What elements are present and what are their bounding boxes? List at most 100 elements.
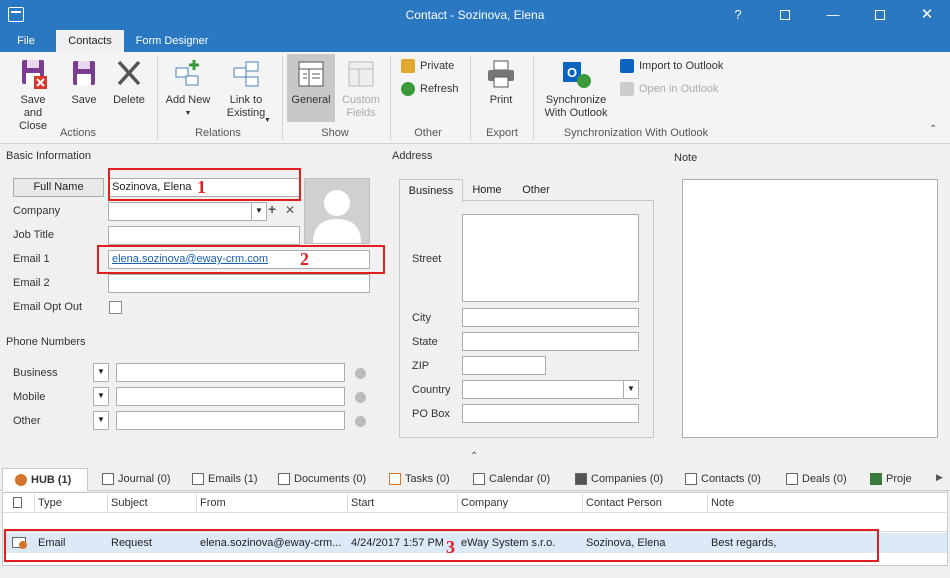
outlook-sync-icon: O <box>560 58 592 90</box>
job-title-field[interactable] <box>108 226 300 245</box>
column-header-start[interactable]: Start <box>348 494 458 512</box>
company-dropdown-icon[interactable]: ▼ <box>251 202 267 221</box>
custom-fields-button[interactable]: Custom Fields <box>337 58 385 120</box>
open-in-outlook-button[interactable]: Open in Outlook <box>620 81 719 97</box>
annotation-2: 2 <box>300 249 309 269</box>
note-field[interactable] <box>682 179 938 438</box>
email2-field[interactable] <box>108 274 370 293</box>
company-clear-icon[interactable]: ✕ <box>285 203 295 217</box>
address-tab-other[interactable]: Other <box>514 179 558 201</box>
phone-mobile-call-icon[interactable] <box>355 392 366 403</box>
contact-card-icon <box>685 473 697 486</box>
address-tab-home[interactable]: Home <box>466 179 508 201</box>
private-button[interactable]: Private <box>401 58 454 74</box>
task-icon <box>389 473 401 486</box>
refresh-button[interactable]: Refresh <box>401 81 459 97</box>
group-actions: Actions <box>59 127 97 139</box>
full-name-button[interactable]: Full Name <box>13 178 104 197</box>
phone-business-field[interactable] <box>116 363 345 382</box>
maximize-icon[interactable] <box>869 4 891 26</box>
close-icon[interactable]: ✕ <box>916 4 938 26</box>
help-icon[interactable]: ? <box>727 4 749 26</box>
ribbon: Save and Close Save Delete Add New ▼ Lin… <box>0 52 950 144</box>
column-header-company[interactable]: Company <box>458 494 583 512</box>
group-sync: Synchronization With Outlook <box>563 127 709 139</box>
column-header-from[interactable]: From <box>197 494 348 512</box>
group-relations: Relations <box>195 127 241 139</box>
column-header-note[interactable]: Note <box>708 494 946 512</box>
contact-photo[interactable] <box>304 178 370 244</box>
city-field[interactable] <box>462 308 639 327</box>
tab-tasks[interactable]: Tasks (0) <box>389 468 450 490</box>
collapse-top-section-icon[interactable]: ⌃ <box>470 451 478 462</box>
state-field[interactable] <box>462 332 639 351</box>
general-icon <box>295 58 327 90</box>
group-show: Show <box>321 127 349 139</box>
phone-business-call-icon[interactable] <box>355 368 366 379</box>
synchronize-with-outlook-button[interactable]: O Synchronize With Outlook <box>540 58 612 120</box>
save-and-close-button[interactable]: Save and Close <box>4 58 62 133</box>
printer-icon <box>485 58 517 90</box>
tab-emails[interactable]: Emails (1) <box>192 468 258 490</box>
collapse-ribbon-icon[interactable]: ⌃ <box>929 124 937 135</box>
email-opt-out-label: Email Opt Out <box>13 301 83 313</box>
import-to-outlook-button[interactable]: Import to Outlook <box>620 58 723 74</box>
tab-form-designer[interactable]: Form Designer <box>130 30 214 52</box>
street-field[interactable] <box>462 214 639 302</box>
tab-contacts[interactable]: Contacts <box>56 30 124 52</box>
zip-field[interactable] <box>462 356 546 375</box>
email-opt-out-checkbox[interactable] <box>109 301 122 314</box>
hub-tabs-scroll-right-icon[interactable]: ▶ <box>936 472 943 483</box>
add-new-icon <box>172 58 204 90</box>
tab-contacts-hub[interactable]: Contacts (0) <box>685 468 761 490</box>
group-export: Export <box>486 127 518 139</box>
svg-text:O: O <box>567 65 577 80</box>
tab-documents[interactable]: Documents (0) <box>278 468 366 490</box>
address-tab-business[interactable]: Business <box>399 179 463 202</box>
general-button[interactable]: General <box>287 54 335 122</box>
phone-mobile-field[interactable] <box>116 387 345 406</box>
po-box-field[interactable] <box>462 404 639 423</box>
document-icon <box>278 473 290 486</box>
open-outlook-icon <box>620 82 634 97</box>
tab-projects[interactable]: Proje <box>870 468 912 490</box>
journal-icon <box>102 473 114 486</box>
annotation-box-2 <box>97 245 385 274</box>
add-new-button[interactable]: Add New ▼ <box>162 58 214 120</box>
phone-mobile-label: Mobile <box>13 391 46 403</box>
basic-info-header: Basic Information <box>6 150 91 162</box>
country-field[interactable] <box>462 380 626 399</box>
save-button[interactable]: Save <box>64 58 104 107</box>
calendar-icon <box>473 473 485 486</box>
phone-other-label: Other <box>13 415 41 427</box>
link-to-existing-button[interactable]: Link to Existing ▼ <box>218 58 274 124</box>
group-other: Other <box>414 127 442 139</box>
phone-other-type-dropdown[interactable]: ▼ <box>93 411 109 430</box>
column-header-type[interactable]: Type <box>35 494 108 512</box>
column-icon-header[interactable] <box>4 494 35 512</box>
minimize-icon[interactable]: — <box>822 4 844 26</box>
column-header-contact-person[interactable]: Contact Person <box>583 494 708 512</box>
save-icon <box>68 58 100 90</box>
delete-button[interactable]: Delete <box>108 58 150 107</box>
company-field[interactable] <box>108 202 252 221</box>
tab-companies[interactable]: Companies (0) <box>575 468 663 490</box>
tab-hub[interactable]: HUB (1) <box>2 468 88 491</box>
restore-ribbon-icon[interactable] <box>774 4 796 26</box>
hub-tab-strip-line <box>0 490 950 491</box>
country-dropdown-icon[interactable]: ▼ <box>623 380 639 399</box>
tab-deals[interactable]: Deals (0) <box>786 468 847 490</box>
company-add-icon[interactable]: + <box>268 201 276 217</box>
phone-other-field[interactable] <box>116 411 345 430</box>
phone-mobile-type-dropdown[interactable]: ▼ <box>93 387 109 406</box>
annotation-3: 3 <box>446 537 455 557</box>
print-button[interactable]: Print <box>479 58 523 107</box>
job-title-label: Job Title <box>13 229 54 241</box>
phone-other-call-icon[interactable] <box>355 416 366 427</box>
tab-journal[interactable]: Journal (0) <box>102 468 171 490</box>
column-header-subject[interactable]: Subject <box>108 494 197 512</box>
tab-file[interactable]: File <box>6 30 46 52</box>
tab-calendar[interactable]: Calendar (0) <box>473 468 550 490</box>
phone-business-type-dropdown[interactable]: ▼ <box>93 363 109 382</box>
save-close-icon <box>17 58 49 90</box>
